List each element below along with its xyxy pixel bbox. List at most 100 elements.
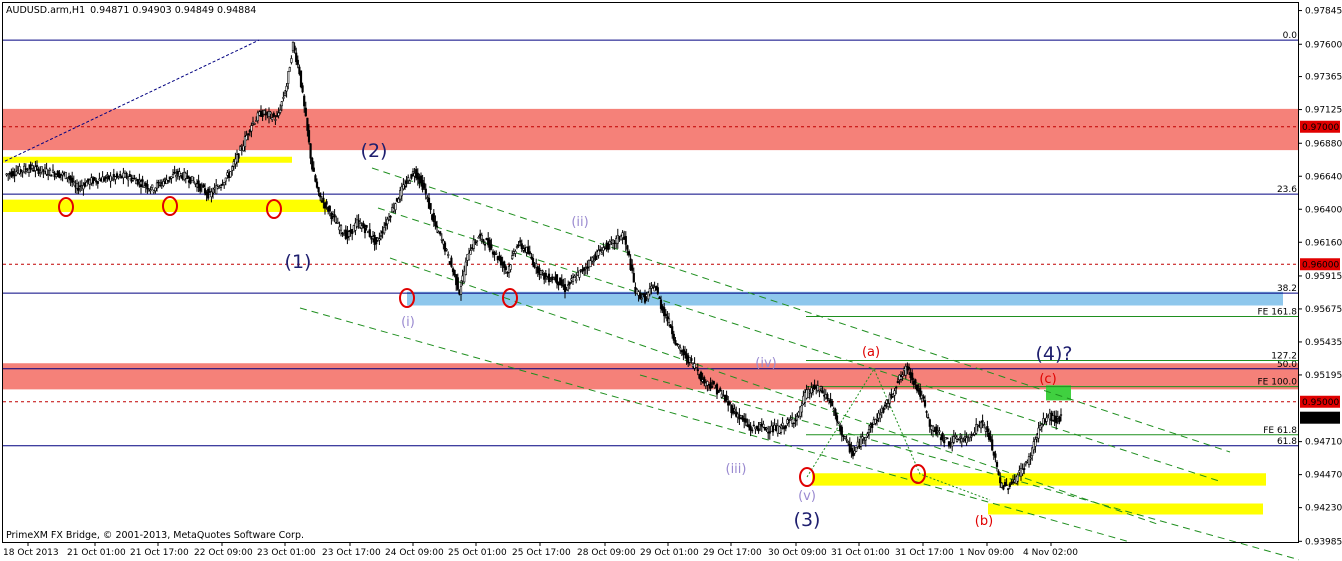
candle-body — [472, 239, 475, 249]
candle-body — [751, 429, 754, 432]
candle-body — [679, 347, 682, 351]
candle-body — [528, 251, 531, 254]
candle-body — [483, 243, 487, 246]
candle-body — [519, 240, 522, 243]
candle-body — [274, 119, 277, 121]
candle-body — [299, 70, 303, 88]
candle-body — [171, 174, 175, 178]
candle-body — [280, 101, 283, 107]
candle-body — [690, 358, 693, 361]
candle-body — [283, 92, 287, 96]
candle-body — [901, 374, 904, 377]
chart-window[interactable]: 0.0 23.6 38.2 50.0 61.8 FE 161.8 127.2 FE 100.0… — [0, 0, 1342, 561]
candle-body — [322, 197, 325, 203]
candle-body — [159, 184, 162, 187]
candle-body — [31, 165, 34, 169]
candle-body — [264, 113, 267, 116]
candle-body — [885, 399, 888, 404]
candle-body — [571, 277, 575, 282]
candle-body — [231, 166, 234, 171]
candle-body — [768, 431, 771, 434]
candle-body — [999, 477, 1002, 484]
candle-body — [365, 225, 368, 228]
candle-body — [983, 424, 986, 426]
candle-body — [495, 252, 498, 255]
candle-body — [887, 403, 890, 407]
candle-body — [600, 252, 603, 255]
candle-body — [895, 386, 898, 389]
candle-body — [51, 169, 55, 173]
candle-body — [882, 408, 885, 413]
candle-body — [509, 264, 512, 270]
wave-label-minor: (v) — [798, 489, 816, 504]
candle-body — [883, 404, 887, 407]
candle-body — [1059, 414, 1063, 416]
fib-level-label: 38.2 — [1277, 284, 1297, 294]
candle-body — [317, 187, 320, 193]
candle-body — [923, 400, 927, 407]
candle-body — [627, 251, 631, 256]
candle-body — [307, 130, 311, 143]
wave-label-minor: (i) — [401, 315, 415, 330]
y-tick-label: 0.97600 — [1305, 40, 1342, 50]
candle-body — [93, 177, 96, 181]
candle-body — [672, 333, 675, 341]
candle-body — [211, 192, 215, 195]
candle-body — [207, 188, 210, 199]
candle-body — [725, 395, 728, 401]
candle-body — [237, 153, 240, 159]
price-level-badge-text: 0.97000 — [1302, 123, 1339, 133]
x-tick-label: 23 Oct 01:00 — [257, 548, 316, 558]
candle-body — [285, 85, 288, 92]
candle-body — [959, 436, 962, 439]
candle-body — [301, 85, 304, 93]
candle-body — [175, 174, 178, 178]
candle-body — [149, 189, 152, 192]
candle-body — [683, 351, 687, 354]
candle-body — [792, 422, 795, 425]
candle-body — [560, 279, 563, 286]
fe-level-label: 127.2 — [1271, 352, 1297, 362]
candle-body — [957, 438, 960, 441]
x-tick-label: 25 Oct 01:00 — [448, 548, 507, 558]
candle-body — [423, 182, 426, 189]
candle-body — [696, 369, 699, 372]
candle-body — [115, 173, 119, 177]
candle-body — [408, 180, 411, 184]
candle-body — [864, 437, 867, 441]
candle-body — [632, 273, 635, 283]
candle-body — [1027, 456, 1031, 465]
candle-body — [482, 239, 485, 242]
y-tick-label: 0.95435 — [1305, 338, 1342, 348]
candle-body — [75, 183, 79, 189]
zone-yellow — [812, 473, 1266, 486]
candle-body — [914, 379, 917, 384]
candle-body — [379, 235, 383, 237]
candle-body — [445, 249, 448, 251]
candle-body — [106, 174, 109, 176]
candle-body — [459, 286, 463, 295]
y-tick-label: 0.94710 — [1305, 438, 1342, 448]
candle-body — [591, 257, 594, 262]
candle-body — [362, 222, 365, 229]
candle-body — [962, 439, 965, 441]
price-chart[interactable]: 0.023.638.250.061.8FE 161.8127.2FE 100.0… — [0, 0, 1342, 561]
candle-body — [363, 227, 367, 234]
candle-body — [272, 113, 275, 117]
candle-body — [541, 270, 544, 273]
candle-body — [138, 180, 141, 182]
candle-body — [269, 111, 272, 115]
candle-body — [155, 182, 159, 189]
y-tick-label: 0.97125 — [1305, 106, 1342, 116]
candle-body — [72, 181, 75, 184]
fe-level-label: FE 161.8 — [1258, 308, 1298, 318]
candle-body — [504, 266, 507, 271]
candle-body — [711, 386, 714, 388]
candle-body — [456, 277, 459, 290]
candle-body — [762, 423, 765, 428]
candle-body — [304, 107, 307, 117]
candle-body — [879, 414, 882, 419]
candle-body — [997, 471, 1000, 476]
candle-body — [1029, 457, 1032, 460]
candle-body — [589, 260, 592, 268]
